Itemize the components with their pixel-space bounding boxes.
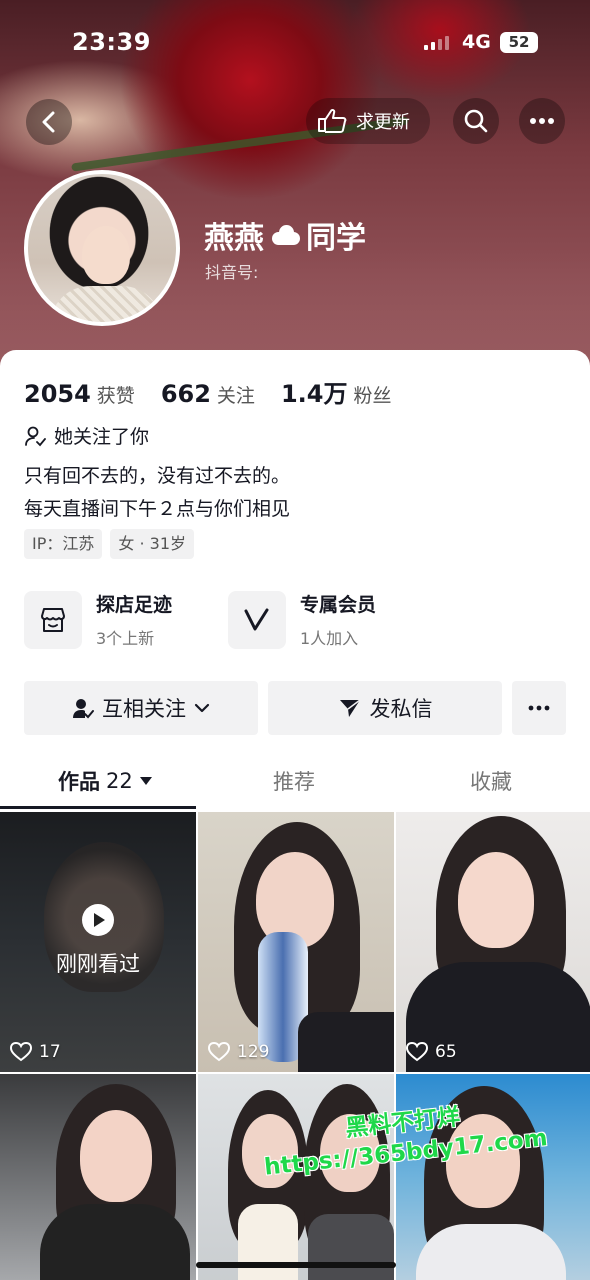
- like-count: 129: [208, 1042, 269, 1062]
- stat-following-num: 662: [160, 380, 211, 408]
- caret-down-icon: [139, 777, 152, 785]
- play-icon: [82, 904, 114, 936]
- bio: 只有回不去的，没有过不去的。 每天直播间下午２点与你们相见: [24, 460, 290, 526]
- like-count-text: 65: [435, 1042, 457, 1062]
- status-time: 23:39: [72, 28, 151, 56]
- membership-title: 专属会员: [300, 594, 377, 616]
- send-icon: [339, 699, 360, 717]
- request-update-label: 求更新: [356, 112, 410, 133]
- stat-following-label: 关注: [216, 385, 255, 407]
- chevron-down-icon: [194, 703, 210, 713]
- hand-point-icon: [318, 108, 347, 133]
- tab-collection[interactable]: 收藏: [470, 766, 512, 796]
- heart-icon: [406, 1042, 428, 1062]
- store-visits-entry[interactable]: 探店足迹 3个上新: [24, 590, 172, 649]
- tab-indicator: [0, 806, 196, 809]
- mutual-follow-label: 互相关注: [102, 697, 186, 721]
- status-bar: 23:39 4G 52: [0, 0, 590, 88]
- tags: IP：江苏 女 · 31岁: [24, 529, 194, 559]
- like-count-text: 129: [237, 1042, 270, 1062]
- store-visits-sub: 3个上新: [96, 629, 155, 648]
- search-icon: [464, 109, 488, 133]
- cloud-icon: [268, 224, 302, 246]
- back-button[interactable]: [26, 99, 72, 145]
- recently-watched-label: 刚刚看过: [56, 952, 140, 976]
- nickname-part1: 燕燕: [204, 221, 264, 256]
- profile-page: 23:39 4G 52 求更新 燕燕 同学 抖音号: 2054 获赞 662 关…: [0, 0, 590, 1280]
- tag-gender-age: 女 · 31岁: [110, 529, 194, 559]
- membership-entry[interactable]: 专属会员 1人加入: [228, 590, 376, 649]
- action-row: 互相关注 发私信: [24, 681, 566, 735]
- message-button[interactable]: 发私信: [268, 681, 502, 735]
- video-thumbnail[interactable]: [0, 1074, 196, 1280]
- user-check-icon: [25, 426, 46, 446]
- follows-you: 她关注了你: [24, 422, 149, 449]
- like-count: 65: [406, 1042, 457, 1062]
- bio-line: 每天直播间下午２点与你们相见: [24, 498, 291, 520]
- video-grid: 刚刚看过 17 129 65: [0, 812, 590, 1280]
- tab-works-count: 22: [106, 769, 133, 793]
- video-thumbnail[interactable]: 65: [396, 812, 590, 1072]
- stat-likes[interactable]: 2054 获赞: [24, 380, 135, 408]
- like-count-text: 17: [39, 1042, 61, 1062]
- request-update-button[interactable]: 求更新: [306, 98, 430, 144]
- search-button[interactable]: [453, 98, 499, 144]
- tab-works[interactable]: 作品 22: [58, 766, 153, 796]
- store-icon: [24, 590, 82, 649]
- stat-following[interactable]: 662 关注: [161, 380, 255, 408]
- stat-fans-label: 粉丝: [353, 385, 392, 407]
- follows-you-text: 她关注了你: [54, 426, 150, 448]
- store-visits-title: 探店足迹: [96, 594, 173, 616]
- stat-likes-label: 获赞: [96, 385, 135, 407]
- heart-icon: [208, 1042, 230, 1062]
- signal-icon: [424, 36, 449, 50]
- chevron-left-icon: [42, 111, 55, 133]
- bio-line: 只有回不去的，没有过不去的。: [24, 465, 291, 487]
- more-dots-icon: [530, 118, 554, 124]
- stat-likes-num: 2054: [24, 380, 91, 408]
- more-dots-icon: [528, 705, 550, 711]
- tab-recommend[interactable]: 推荐: [273, 766, 315, 796]
- content-tabs: 作品 22 推荐 收藏: [0, 750, 590, 810]
- nickname-part2: 同学: [306, 221, 366, 256]
- v-member-icon: [228, 590, 286, 649]
- tab-works-label: 作品: [58, 770, 100, 794]
- battery-icon: 52: [500, 32, 538, 53]
- douyin-id[interactable]: 抖音号:: [205, 259, 258, 283]
- nickname: 燕燕 同学: [204, 213, 366, 257]
- like-count: 17: [10, 1042, 61, 1062]
- home-indicator[interactable]: [196, 1262, 396, 1268]
- battery-level: 52: [508, 33, 530, 51]
- stat-fans[interactable]: 1.4万 粉丝: [281, 374, 392, 409]
- message-label: 发私信: [369, 697, 433, 721]
- recently-watched: 刚刚看过: [0, 904, 196, 978]
- avatar[interactable]: [24, 170, 180, 326]
- membership-sub: 1人加入: [300, 629, 359, 648]
- mutual-follow-button[interactable]: 互相关注: [24, 681, 258, 735]
- stats-row: 2054 获赞 662 关注 1.4万 粉丝: [24, 374, 417, 409]
- video-thumbnail[interactable]: 129: [198, 812, 394, 1072]
- more-button[interactable]: [519, 98, 565, 144]
- network-type: 4G: [462, 31, 491, 53]
- stat-fans-num: 1.4万: [280, 380, 348, 408]
- video-thumbnail[interactable]: 刚刚看过 17: [0, 812, 196, 1072]
- user-check-icon: [73, 699, 94, 719]
- more-actions-button[interactable]: [512, 681, 566, 735]
- heart-icon: [10, 1042, 32, 1062]
- tag-ip: IP：江苏: [24, 529, 103, 559]
